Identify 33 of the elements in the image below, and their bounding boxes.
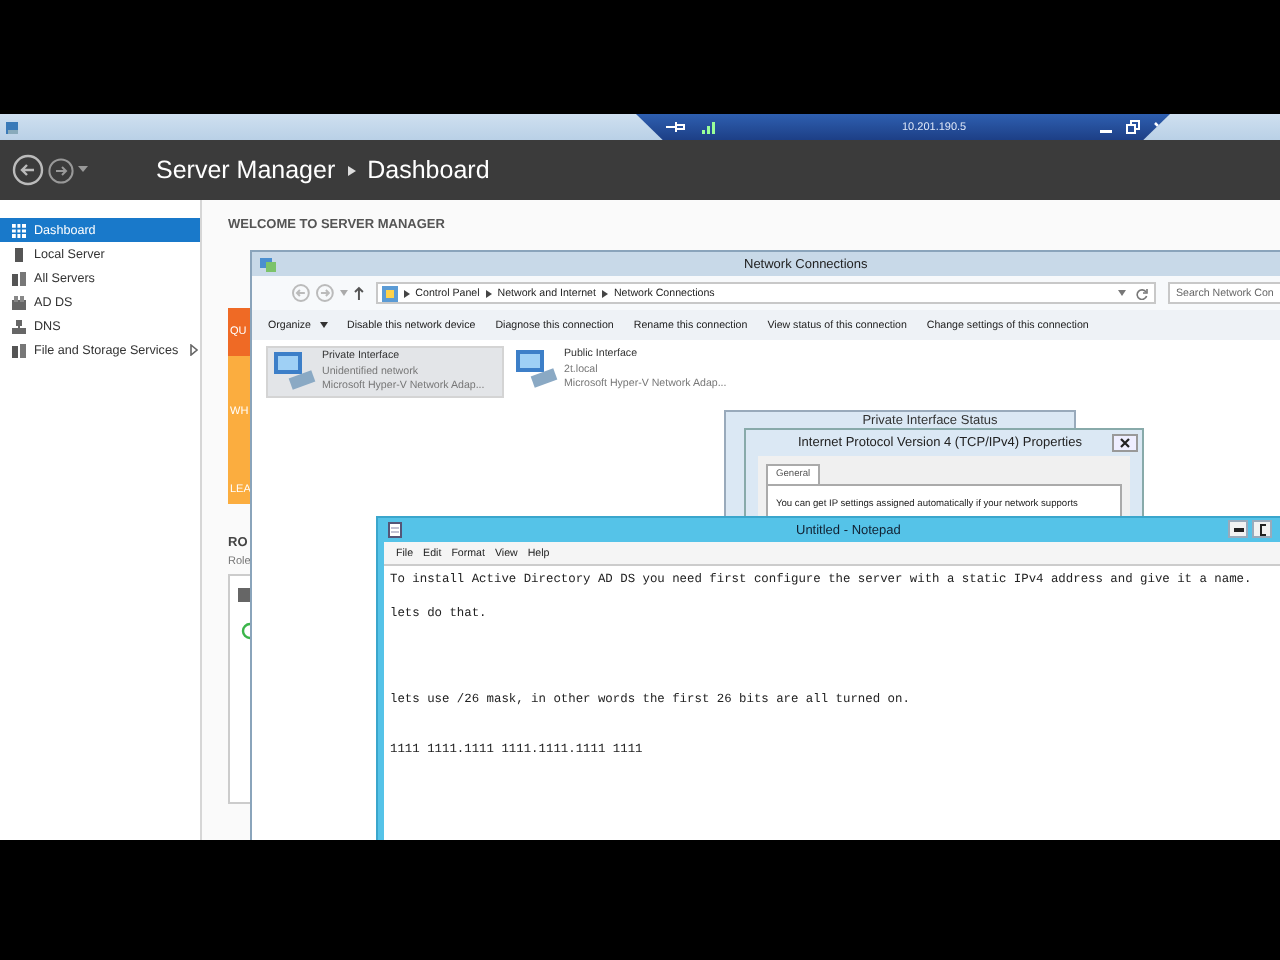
minimize-button[interactable] — [1228, 520, 1248, 538]
signal-icon — [702, 120, 716, 134]
control-panel-icon — [381, 285, 398, 301]
servers-icon — [12, 343, 26, 357]
breadcrumb-separator-icon — [403, 289, 410, 297]
notepad-icon — [388, 522, 402, 538]
dropdown-icon[interactable] — [1118, 290, 1126, 296]
dashboard-icon — [12, 223, 26, 237]
server-icon — [12, 247, 26, 261]
forward-icon[interactable] — [48, 157, 74, 183]
breadcrumb-text: Server Manager — [156, 156, 336, 184]
network-adapter-icon — [272, 350, 316, 390]
role-icon — [12, 295, 26, 309]
breadcrumb-separator-icon — [347, 165, 356, 175]
restore-icon[interactable] — [1126, 120, 1141, 134]
up-arrow-icon[interactable] — [353, 286, 364, 300]
caret-icon — [319, 322, 327, 328]
minimize-icon — [1233, 527, 1243, 531]
network-icon — [12, 319, 26, 333]
breadcrumb-text: Dashboard — [367, 156, 490, 184]
network-adapter-icon — [514, 348, 558, 388]
dropdown-icon[interactable] — [78, 166, 88, 174]
breadcrumb-separator-icon — [485, 289, 492, 297]
expand-arrow-icon[interactable] — [190, 344, 199, 356]
back-icon[interactable] — [12, 154, 44, 186]
servers-icon — [12, 271, 26, 285]
maximize-button[interactable] — [1252, 520, 1272, 538]
server-manager-icon — [4, 119, 20, 135]
close-button[interactable] — [1112, 434, 1138, 452]
breadcrumb-separator-icon — [601, 289, 608, 297]
network-icon — [260, 256, 276, 272]
server-icon — [238, 588, 250, 602]
refresh-icon[interactable] — [1136, 287, 1148, 299]
